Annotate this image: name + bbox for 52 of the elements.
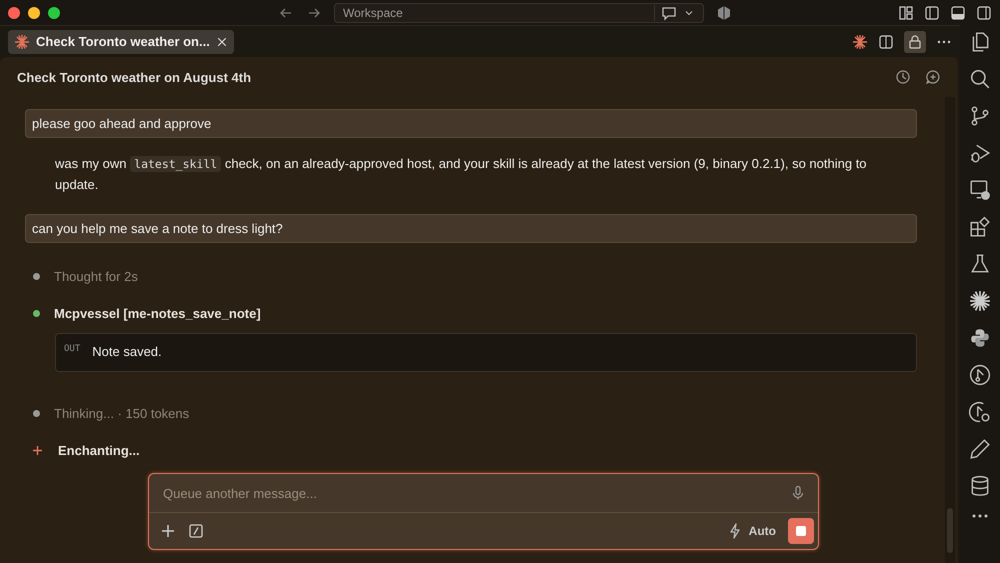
remote-monitor-icon[interactable]: [969, 179, 991, 201]
panel-bottom-icon[interactable]: [950, 4, 966, 20]
minimize-window-button[interactable]: [28, 6, 40, 18]
run-debug-icon[interactable]: [969, 142, 991, 164]
extensions-icon[interactable]: [969, 216, 991, 238]
chat-title: Check Toronto weather on August 4th: [17, 70, 252, 84]
history-clock-icon[interactable]: [895, 69, 911, 85]
message-input[interactable]: Queue another message...: [163, 486, 790, 500]
flask-icon[interactable]: [969, 253, 991, 275]
sidebar-right-icon[interactable]: [976, 4, 992, 20]
python-icon[interactable]: [969, 327, 991, 349]
close-window-button[interactable]: [8, 6, 20, 18]
starburst-icon[interactable]: [969, 290, 991, 312]
search-field[interactable]: Workspace: [343, 6, 648, 20]
assistant-paragraph: was my own latest_skill check, on an already-approved host, and your skill is already at the latest version (9, binary 0.2.1), so nothing to update.: [55, 155, 868, 194]
scrollbar-thumb[interactable]: [947, 508, 953, 553]
database-icon[interactable]: [969, 475, 991, 497]
lock-icon: [907, 34, 923, 50]
user-message: please goo ahead and approve: [25, 109, 917, 138]
search-bar[interactable]: Workspace: [334, 2, 704, 22]
sidebar-left-icon[interactable]: [924, 4, 940, 20]
close-icon[interactable]: [216, 36, 228, 48]
microphone-icon[interactable]: [790, 485, 806, 501]
status-text: Thought for 2s: [54, 269, 138, 284]
pull-request-search-icon[interactable]: [969, 401, 991, 423]
editor-tab[interactable]: Check Toronto weather on...: [8, 30, 234, 54]
new-chat-icon[interactable]: [925, 69, 941, 85]
starburst-icon[interactable]: [852, 34, 868, 50]
starburst-icon: [14, 34, 30, 50]
pull-request-icon[interactable]: [969, 364, 991, 386]
status-dot: [33, 410, 40, 417]
zoom-window-button[interactable]: [48, 6, 60, 18]
layout-grid-icon[interactable]: [898, 4, 914, 20]
output-label: OUT: [64, 344, 80, 354]
stop-button[interactable]: [788, 518, 814, 544]
branch-icon[interactable]: [969, 105, 991, 127]
mode-selector[interactable]: Auto: [748, 524, 776, 538]
status-text: Enchanting...: [58, 443, 140, 458]
tool-call-title[interactable]: Mcpvessel [me-notes_save_note]: [54, 306, 261, 321]
plus-icon: [33, 446, 42, 455]
lock-button[interactable]: [904, 30, 926, 52]
status-dot: [33, 310, 40, 317]
search-icon[interactable]: [969, 68, 991, 90]
split-editor-icon[interactable]: [878, 34, 894, 50]
output-text: Note saved.: [92, 344, 162, 359]
pencil-icon[interactable]: [969, 438, 991, 460]
slash-command-icon[interactable]: [188, 523, 204, 539]
cube-icon[interactable]: [716, 4, 732, 20]
add-icon[interactable]: [160, 523, 176, 539]
status-text: Thinking... · 150 tokens: [54, 406, 190, 421]
user-message: can you help me save a note to dress light?: [25, 214, 917, 243]
status-dot: [33, 273, 40, 280]
